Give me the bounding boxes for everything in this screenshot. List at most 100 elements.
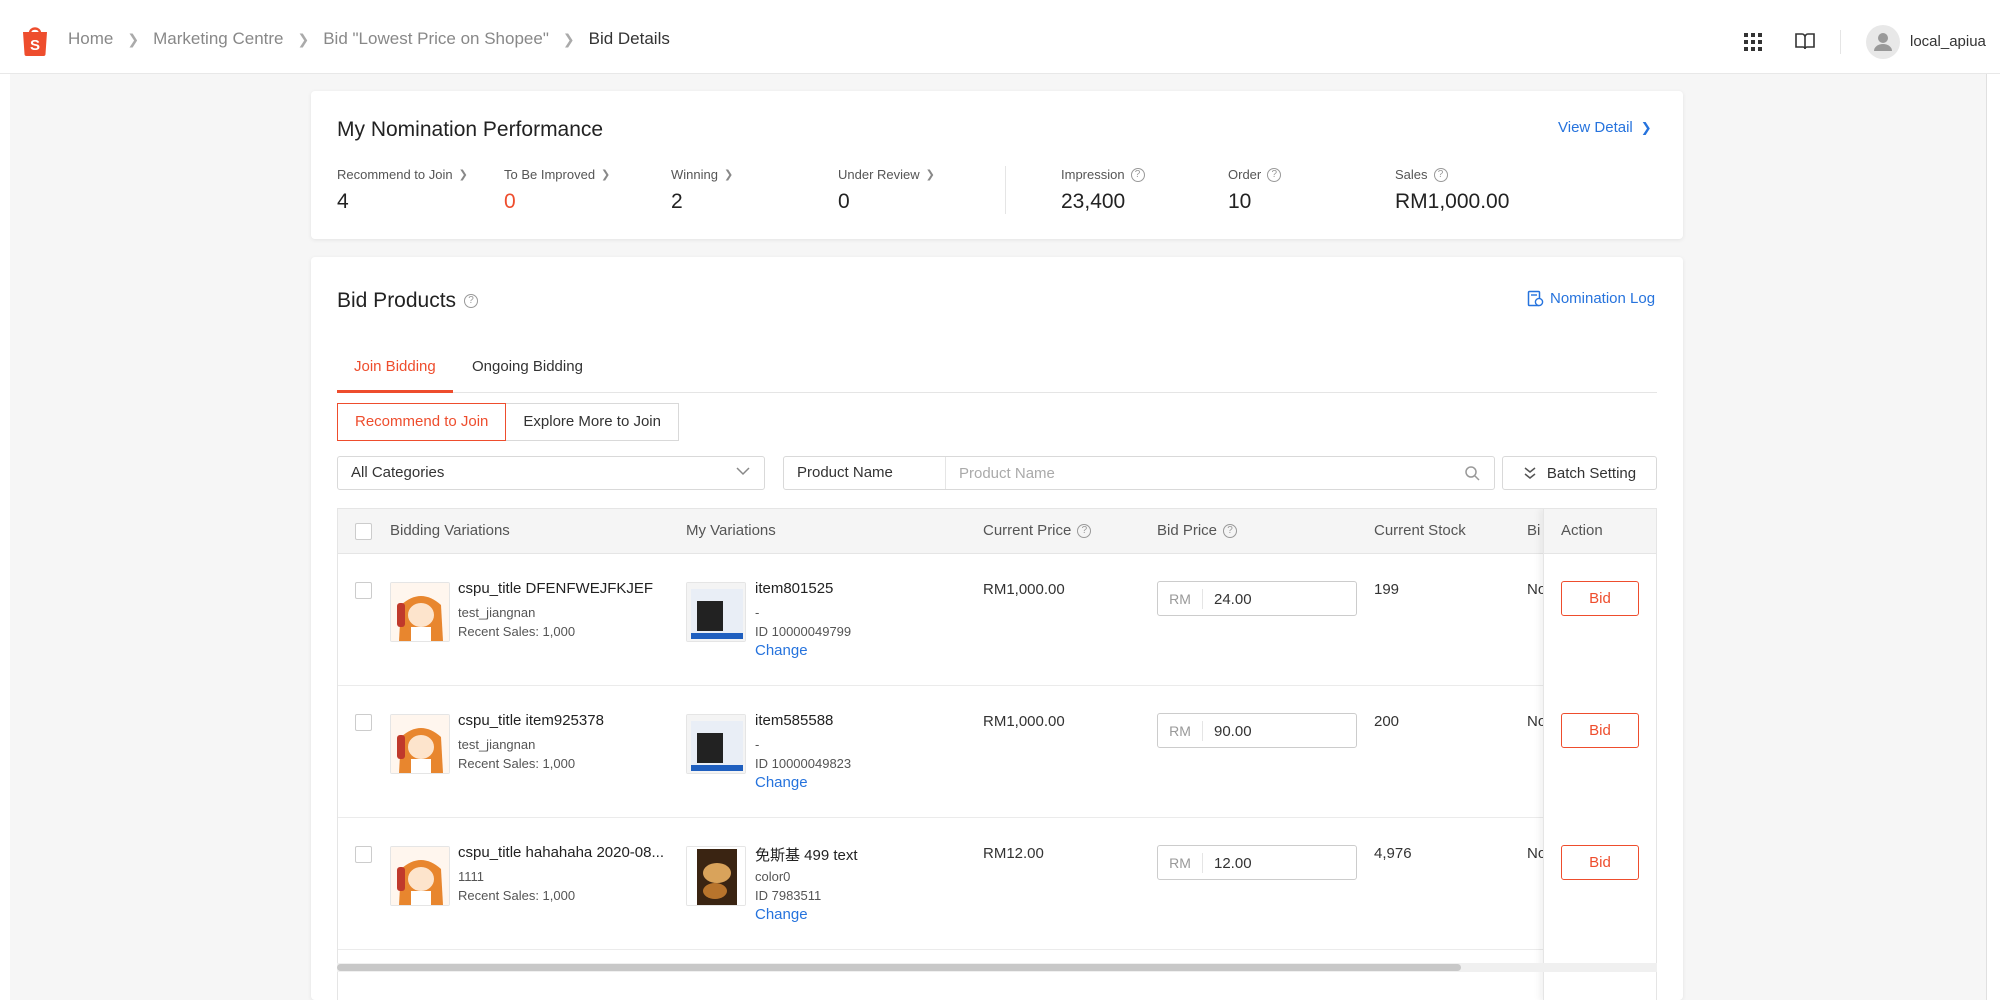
segment-explore-more-to-join[interactable]: Explore More to Join <box>506 403 679 441</box>
current-stock: 4,976 <box>1374 845 1412 862</box>
bid-products-card: Bid Products ? Nomination Log Join Biddi… <box>311 257 1683 1000</box>
bid-price-input[interactable]: RM 12.00 <box>1157 845 1357 880</box>
anime-character-image-icon <box>391 583 449 641</box>
col-current-stock: Current Stock <box>1374 522 1466 539</box>
table-row: cspu_title item925378 test_jiangnan Rece… <box>338 686 1656 818</box>
col-bidding-variations: Bidding Variations <box>390 522 510 539</box>
help-icon[interactable]: ? <box>1267 167 1282 182</box>
action-column: Action Bid Bid Bid <box>1543 509 1656 1000</box>
help-icon[interactable]: ? <box>1223 523 1238 538</box>
anime-character-image-icon <box>391 847 449 905</box>
help-icon[interactable]: ? <box>1130 167 1145 182</box>
divider <box>1840 30 1841 54</box>
batch-setting-label: Batch Setting <box>1546 464 1637 482</box>
bid-price-input[interactable]: RM 90.00 <box>1157 713 1357 748</box>
apps-grid-icon[interactable] <box>1744 33 1762 51</box>
metric-label: Sales <box>1395 167 1428 182</box>
recent-sales: Recent Sales: 1,000 <box>458 624 576 639</box>
shop-name: test_jiangnan <box>458 737 536 752</box>
search-icon[interactable] <box>1464 465 1480 481</box>
batch-setting-button[interactable]: Batch Setting <box>1502 456 1657 490</box>
help-icon[interactable]: ? <box>1077 523 1092 538</box>
tab-join-bidding[interactable]: Join Bidding <box>337 341 453 393</box>
row-checkbox[interactable] <box>355 714 372 731</box>
current-stock: 199 <box>1374 581 1400 598</box>
book-icon[interactable] <box>1795 32 1815 50</box>
help-icon[interactable]: ? <box>1433 167 1448 182</box>
metric-winning[interactable]: Winning ❯ 2 <box>671 167 733 214</box>
bid-button[interactable]: Bid <box>1561 581 1639 616</box>
shopee-logo-icon[interactable]: S <box>21 24 49 56</box>
metric-sales: Sales? RM1,000.00 <box>1395 167 1509 214</box>
breadcrumb-bid-program[interactable]: Bid "Lowest Price on Shopee" <box>323 29 549 49</box>
performance-title: My Nomination Performance <box>337 118 604 141</box>
chevron-right-icon: ❯ <box>925 169 935 181</box>
metric-value: 0 <box>838 190 850 213</box>
bid-button[interactable]: Bid <box>1561 845 1639 880</box>
double-chevron-down-icon <box>1524 467 1536 479</box>
recent-sales: Recent Sales: 1,000 <box>458 756 576 771</box>
svg-text:S: S <box>30 37 40 54</box>
breadcrumb-marketing-centre[interactable]: Marketing Centre <box>153 29 283 49</box>
metric-recommend-to-join[interactable]: Recommend to Join ❯ 4 <box>337 167 468 214</box>
table-row: cspu_title hahahaha 2020-08... 1111 Rece… <box>338 818 1656 950</box>
my-variation-thumbnail <box>686 846 746 906</box>
username[interactable]: local_apiua <box>1910 33 1986 50</box>
help-icon[interactable]: ? <box>464 294 479 308</box>
console-box-image-icon <box>687 715 745 773</box>
bidding-tabs: Join Bidding Ongoing Bidding <box>337 341 1657 393</box>
chevron-right-icon: ❯ <box>723 169 734 181</box>
metric-under-review[interactable]: Under Review ❯ 0 <box>838 167 935 214</box>
col-bid-price: Bid Price? <box>1157 522 1238 539</box>
log-icon <box>1527 290 1544 307</box>
chevron-right-icon: ❯ <box>1640 119 1652 135</box>
bid-price-input[interactable]: RM 24.00 <box>1157 581 1357 616</box>
my-variation-sub: - <box>755 737 760 752</box>
category-select[interactable]: All Categories <box>337 456 765 490</box>
change-variation-link[interactable]: Change <box>755 906 808 923</box>
search-type-select[interactable]: Product Name <box>784 457 946 489</box>
horizontal-scrollbar[interactable] <box>337 963 1657 972</box>
food-image-icon <box>687 847 745 905</box>
my-variation-id: ID 7983511 <box>755 888 822 903</box>
scrollbar-thumb[interactable] <box>337 964 1461 971</box>
current-stock: 200 <box>1374 713 1400 730</box>
my-variation-id: ID 10000049823 <box>755 756 852 771</box>
metric-to-be-improved[interactable]: To Be Improved ❯ 0 <box>504 167 610 214</box>
breadcrumb-home[interactable]: Home <box>68 29 113 49</box>
change-variation-link[interactable]: Change <box>755 774 808 791</box>
nomination-log-link[interactable]: Nomination Log <box>1527 290 1655 307</box>
table-header: Bidding Variations My Variations Current… <box>338 509 1656 554</box>
vertical-scrollbar[interactable] <box>1986 74 2000 1000</box>
category-select-value: All Categories <box>351 464 445 481</box>
product-name-input[interactable] <box>947 457 1447 489</box>
recent-sales: Recent Sales: 1,000 <box>458 888 576 903</box>
bidding-product-name[interactable]: cspu_title DFENFWEJFKJEF <box>458 580 653 597</box>
top-bar: S Home ❯ Marketing Centre ❯ Bid "Lowest … <box>0 0 2000 74</box>
row-checkbox[interactable] <box>355 582 372 599</box>
tab-ongoing-bidding[interactable]: Ongoing Bidding <box>455 341 600 393</box>
my-variation-name: 免斯基 499 text <box>755 847 858 864</box>
bid-products-table: Bidding Variations My Variations Current… <box>337 508 1657 1000</box>
column-label: Current Price <box>983 522 1072 539</box>
segment-recommend-to-join[interactable]: Recommend to Join <box>337 403 507 441</box>
bid-price-value: 90.00 <box>1214 723 1252 740</box>
avatar[interactable] <box>1866 25 1900 59</box>
join-segment-control: Recommend to Join Explore More to Join <box>337 403 679 441</box>
divider <box>1005 166 1006 214</box>
metric-value: 4 <box>337 190 349 213</box>
column-label: Bidding Variations <box>390 522 510 539</box>
bidding-product-name[interactable]: cspu_title hahahaha 2020-08... <box>458 844 664 861</box>
currency-prefix: RM <box>1158 589 1203 609</box>
current-price: RM1,000.00 <box>983 581 1065 598</box>
my-variation-sub: color0 <box>755 869 791 884</box>
select-all-checkbox[interactable] <box>355 523 372 540</box>
metric-label: Impression <box>1061 167 1125 182</box>
view-detail-link[interactable]: View Detail ❯ <box>1558 119 1652 136</box>
metric-label: Winning <box>671 167 718 182</box>
change-variation-link[interactable]: Change <box>755 642 808 659</box>
bid-button[interactable]: Bid <box>1561 713 1639 748</box>
bidding-product-name[interactable]: cspu_title item925378 <box>458 712 604 729</box>
chevron-right-icon: ❯ <box>601 169 611 181</box>
row-checkbox[interactable] <box>355 846 372 863</box>
